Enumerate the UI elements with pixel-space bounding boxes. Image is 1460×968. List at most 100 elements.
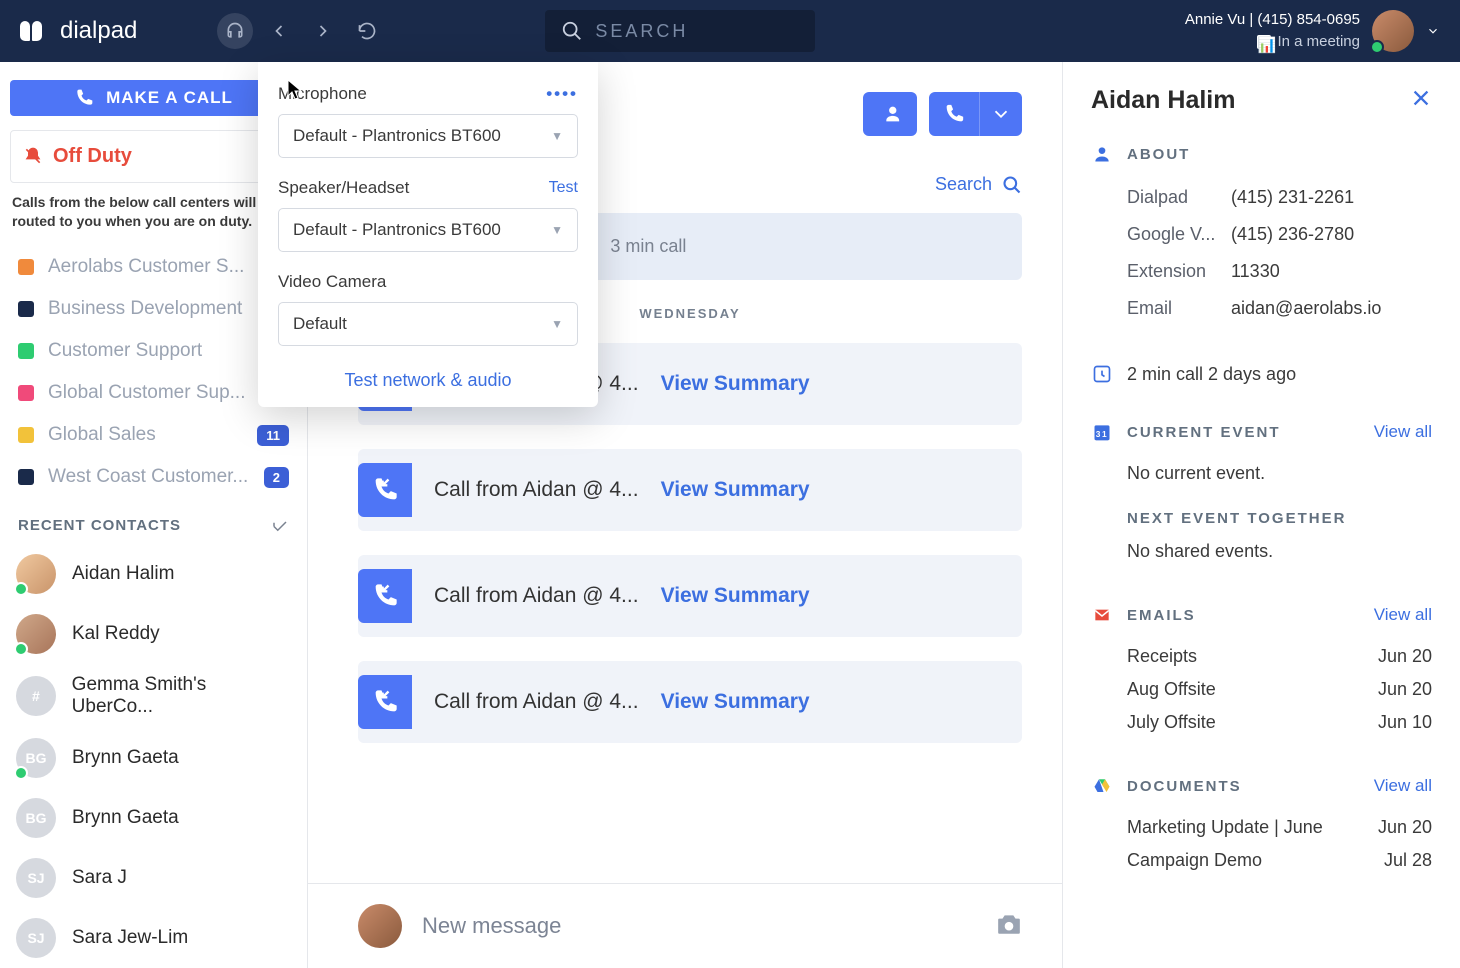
back-icon[interactable] — [261, 13, 297, 49]
color-swatch — [18, 343, 34, 359]
call-text: Call from Aidan @ 4... — [434, 478, 639, 502]
call-center-label: Aerolabs Customer S... — [48, 256, 244, 278]
user-avatar[interactable] — [1372, 10, 1414, 52]
forward-icon[interactable] — [305, 13, 341, 49]
call-center-item[interactable]: Global Sales 11 — [0, 414, 307, 456]
contact-avatar — [16, 614, 56, 654]
headset-icon[interactable] — [217, 13, 253, 49]
message-input[interactable] — [422, 913, 976, 939]
view-summary-link[interactable]: View Summary — [661, 478, 810, 502]
phone-icon — [943, 103, 965, 125]
call-dropdown[interactable] — [979, 92, 1022, 136]
message-composer — [308, 883, 1062, 968]
call-entry[interactable]: Call from Aidan @ 4... View Summary — [358, 555, 1022, 637]
call-entry[interactable]: Call from Aidan @ 4... View Summary — [358, 449, 1022, 531]
test-network-link[interactable]: Test network & audio — [278, 366, 578, 391]
call-button[interactable] — [929, 92, 1022, 136]
view-all-events[interactable]: View all — [1374, 422, 1432, 442]
email-row[interactable]: ReceiptsJun 20 — [1091, 640, 1432, 673]
drive-icon — [1091, 775, 1113, 797]
close-icon — [1410, 87, 1432, 109]
attach-image-button[interactable] — [996, 913, 1022, 940]
contact-item[interactable]: SJ Sara Jew-Lim — [0, 908, 307, 968]
chevron-down-icon[interactable] — [1426, 24, 1440, 38]
email-row[interactable]: Aug OffsiteJun 20 — [1091, 673, 1432, 706]
mouse-cursor — [286, 78, 306, 107]
brand-logo: dialpad — [20, 17, 137, 45]
contact-item[interactable]: # Gemma Smith's UberCo... — [0, 664, 307, 728]
speaker-label: Speaker/Headset Test — [278, 178, 578, 198]
document-row[interactable]: Marketing Update | JuneJun 20 — [1091, 811, 1432, 844]
contact-item[interactable]: BG Brynn Gaeta — [0, 728, 307, 788]
color-swatch — [18, 385, 34, 401]
call-text: Call from Aidan @ 4... — [434, 584, 639, 608]
add-user-icon — [879, 103, 901, 125]
call-center-label: Global Customer Sup... — [48, 382, 245, 404]
color-swatch — [18, 469, 34, 485]
camera-label: Video Camera — [278, 272, 578, 292]
view-summary-link[interactable]: View Summary — [661, 372, 810, 396]
search-icon — [1002, 175, 1022, 195]
view-summary-link[interactable]: View Summary — [661, 690, 810, 714]
view-summary-link[interactable]: View Summary — [661, 584, 810, 608]
microphone-select[interactable]: Default - Plantronics BT600▼ — [278, 114, 578, 158]
call-text: Call from Aidan @ 4... — [434, 690, 639, 714]
bell-off-icon — [23, 146, 43, 166]
make-call-button[interactable]: MAKE A CALL — [10, 80, 297, 116]
audio-settings-popover: Microphone •••• Default - Plantronics BT… — [258, 62, 598, 407]
collapse-icon[interactable] — [271, 516, 289, 534]
chevron-down-icon — [990, 103, 1012, 125]
view-all-emails[interactable]: View all — [1374, 605, 1432, 625]
off-duty-toggle[interactable]: Off Duty — [10, 130, 297, 183]
clock-icon — [1091, 363, 1113, 385]
calendar-icon: 31 — [1091, 421, 1113, 443]
contact-avatar: SJ — [16, 858, 56, 898]
global-search[interactable]: SEARCH — [545, 10, 815, 52]
search-icon — [561, 20, 583, 42]
recent-activity: 2 min call 2 days ago — [1091, 363, 1432, 385]
svg-text:31: 31 — [1096, 429, 1109, 439]
contact-item[interactable]: Kal Reddy — [0, 604, 307, 664]
camera-select[interactable]: Default▼ — [278, 302, 578, 346]
incoming-call-icon — [358, 675, 412, 729]
contact-name: Brynn Gaeta — [72, 807, 179, 829]
contact-name: Kal Reddy — [72, 623, 160, 645]
user-status[interactable]: 📊 In a meeting — [1185, 31, 1360, 54]
contact-item[interactable]: SJ Sara J — [0, 848, 307, 908]
contact-avatar: # — [16, 676, 56, 716]
refresh-icon[interactable] — [349, 13, 385, 49]
search-placeholder: SEARCH — [595, 21, 688, 42]
test-speaker-link[interactable]: Test — [549, 179, 578, 197]
contact-list: Aidan Halim Kal Reddy # Gemma Smith's Ube… — [0, 544, 307, 968]
contact-avatar: BG — [16, 798, 56, 838]
document-row[interactable]: Campaign DemoJul 28 — [1091, 844, 1432, 877]
about-row: Dialpad(415) 231-2261 — [1091, 179, 1432, 216]
emails-section: EMAILS View all ReceiptsJun 20Aug Offsit… — [1091, 604, 1432, 739]
contact-name: Sara J — [72, 867, 127, 889]
speaker-select[interactable]: Default - Plantronics BT600▼ — [278, 208, 578, 252]
presence-dot — [14, 582, 28, 596]
details-name: Aidan Halim — [1091, 86, 1235, 115]
color-swatch — [18, 427, 34, 443]
contact-avatar — [16, 554, 56, 594]
email-row[interactable]: July OffsiteJun 10 — [1091, 706, 1432, 739]
phone-icon — [74, 88, 94, 108]
chevron-down-icon: ▼ — [551, 317, 563, 331]
add-contact-button[interactable] — [863, 92, 917, 136]
call-entry[interactable]: Call from Aidan @ 4... View Summary — [358, 661, 1022, 743]
mic-level-icon: •••• — [546, 84, 578, 104]
unread-badge: 2 — [264, 467, 289, 488]
contact-name: Gemma Smith's UberCo... — [72, 674, 291, 718]
logo-icon — [20, 21, 52, 41]
contact-item[interactable]: Aidan Halim — [0, 544, 307, 604]
call-center-item[interactable]: West Coast Customer... 2 — [0, 456, 307, 498]
contact-item[interactable]: BG Brynn Gaeta — [0, 788, 307, 848]
color-swatch — [18, 259, 34, 275]
about-row: Google V...(415) 236-2780 — [1091, 216, 1432, 253]
contact-avatar: SJ — [16, 918, 56, 958]
header-user: Annie Vu | (415) 854-0695 📊 In a meeting — [1185, 9, 1440, 54]
view-all-docs[interactable]: View all — [1374, 776, 1432, 796]
contact-name: Brynn Gaeta — [72, 747, 179, 769]
documents-section: DOCUMENTS View all Marketing Update | Ju… — [1091, 775, 1432, 877]
close-button[interactable] — [1410, 87, 1432, 114]
